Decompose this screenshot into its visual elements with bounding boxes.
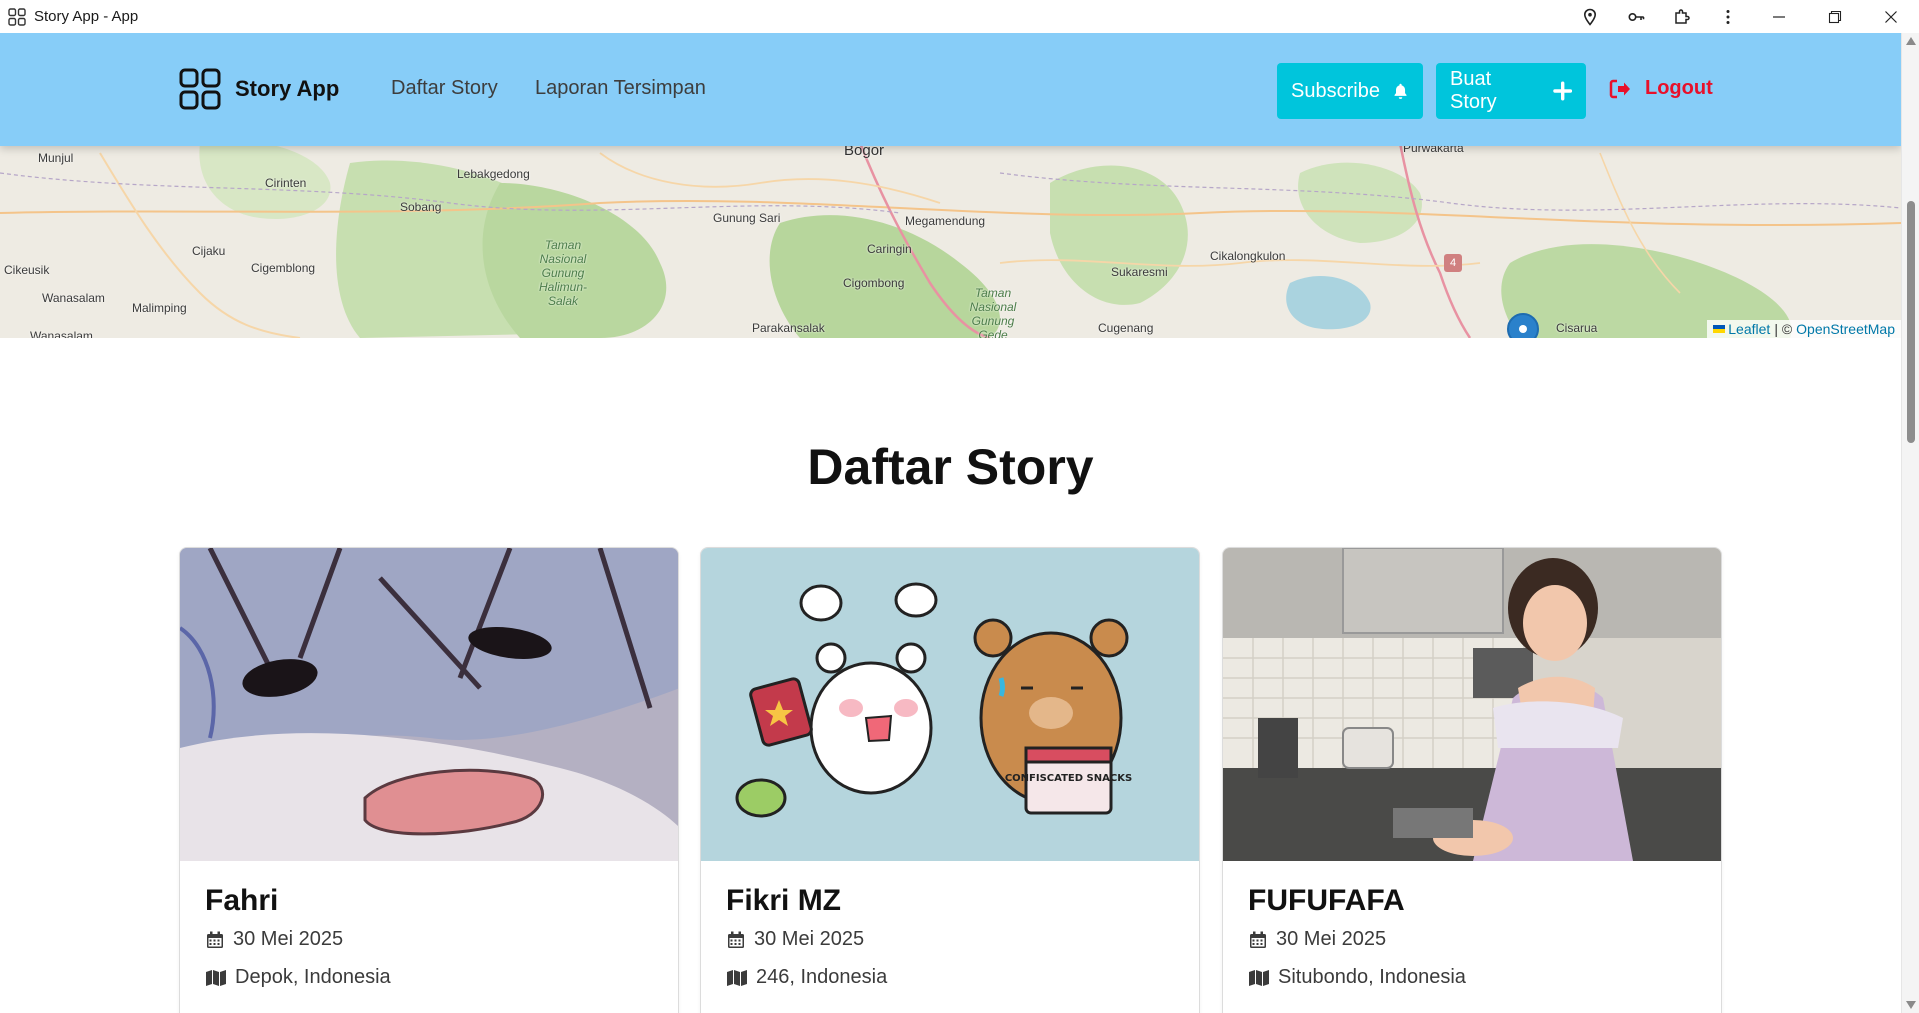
- scrollbar-thumb[interactable]: [1907, 201, 1915, 443]
- create-story-label: Buat Story: [1450, 68, 1497, 113]
- map-label: Cigombong: [843, 276, 905, 290]
- map-park-label: Taman Nasional Gunung Gede Pangrango: [969, 286, 1017, 338]
- story-location: 246, Indonesia: [726, 966, 887, 989]
- sign-out-icon: [1609, 79, 1630, 98]
- minimize-icon[interactable]: [1751, 0, 1807, 33]
- map-label: Megamendung: [905, 214, 986, 228]
- story-location-text: Situbondo, Indonesia: [1278, 966, 1466, 988]
- calendar-icon: [1250, 931, 1266, 948]
- extensions-icon[interactable]: [1659, 0, 1705, 33]
- more-options-icon[interactable]: [1705, 0, 1751, 33]
- map-icon: [206, 969, 226, 986]
- story-card[interactable]: FUFUFAFA 30 Mei 2025 Situbondo, Indonesi…: [1222, 547, 1722, 1013]
- key-icon[interactable]: [1613, 0, 1659, 33]
- plus-icon: [1552, 81, 1572, 101]
- map-label: Munjul: [38, 151, 74, 165]
- restore-icon[interactable]: [1807, 0, 1863, 33]
- ukraine-flag-icon: [1713, 325, 1726, 333]
- map-label: Cikalongkulon: [1210, 249, 1286, 263]
- map-label: Malimping: [132, 301, 187, 315]
- story-card[interactable]: Fahri 30 Mei 2025 Depok, Indonesia: [179, 547, 679, 1013]
- subscribe-button[interactable]: Subscribe: [1277, 63, 1423, 119]
- story-location-text: 246, Indonesia: [756, 966, 888, 988]
- app-logo-icon: [179, 68, 221, 110]
- story-image: [1223, 548, 1721, 861]
- logout-label: Logout: [1645, 77, 1713, 99]
- calendar-icon: [207, 931, 223, 948]
- map-park-label: Taman Nasional Gunung Halimun-Salak: [538, 238, 587, 308]
- map-label: Lebakgedong: [457, 167, 530, 181]
- map-icon: [1249, 969, 1269, 986]
- story-image: [180, 548, 678, 861]
- story-location: Situbondo, Indonesia: [1248, 966, 1466, 989]
- page-scrollbar[interactable]: [1901, 33, 1919, 1013]
- confiscated-snacks-sign: CONFISCATED SNACKS: [1005, 773, 1132, 784]
- app-grid-icon: [8, 7, 26, 26]
- road-number-badge: 4: [1444, 254, 1462, 272]
- bell-icon: [1394, 83, 1407, 99]
- story-date-text: 30 Mei 2025: [754, 928, 865, 950]
- leaflet-link[interactable]: Leaflet: [1728, 321, 1770, 337]
- story-card[interactable]: CONFISCATED SNACKS Fikri MZ 30 Mei 2025 …: [700, 547, 1200, 1013]
- story-date-text: 30 Mei 2025: [1276, 928, 1387, 950]
- page-title: Daftar Story: [807, 439, 1094, 495]
- map-label: Sobang: [400, 200, 442, 214]
- map-label: Cirinten: [265, 176, 307, 190]
- map-label: Wanasalam: [42, 291, 105, 305]
- map-label: Wanasalam: [30, 329, 93, 338]
- openstreetmap-link[interactable]: OpenStreetMap: [1796, 321, 1895, 337]
- story-author: FUFUFAFA: [1248, 884, 1405, 917]
- close-icon[interactable]: [1863, 0, 1919, 33]
- brand-name: Story App: [235, 76, 340, 101]
- nav-daftar-story[interactable]: Daftar Story: [391, 77, 498, 100]
- nav-laporan-tersimpan[interactable]: Laporan Tersimpan: [535, 77, 706, 100]
- map-label: Sukaresmi: [1111, 265, 1168, 279]
- story-author: Fikri MZ: [726, 884, 842, 917]
- map-icon: [727, 969, 747, 986]
- story-date: 30 Mei 2025: [1248, 928, 1386, 951]
- site-header: Story App Daftar Story Laporan Tersimpan…: [0, 33, 1901, 146]
- brand[interactable]: Story App: [179, 68, 339, 110]
- story-date: 30 Mei 2025: [726, 928, 864, 951]
- map-marker-icon[interactable]: [1507, 313, 1539, 338]
- map-label: Parakansalak: [752, 321, 825, 335]
- subscribe-label: Subscribe: [1291, 79, 1380, 102]
- scroll-up-icon[interactable]: [1906, 37, 1916, 45]
- story-author: Fahri: [205, 884, 279, 917]
- window-title: Story App - App: [34, 8, 139, 25]
- map-label: Caringin: [867, 242, 912, 256]
- window-titlebar: Story App - App: [0, 0, 1919, 33]
- story-date: 30 Mei 2025: [205, 928, 343, 951]
- scroll-down-icon[interactable]: [1906, 1001, 1916, 1009]
- attribution-separator: | ©: [1774, 321, 1793, 337]
- logout-button[interactable]: Logout: [1609, 77, 1713, 100]
- map-label: Cigemblong: [251, 261, 316, 275]
- story-date-text: 30 Mei 2025: [233, 928, 344, 950]
- story-image: CONFISCATED SNACKS: [701, 548, 1199, 861]
- map-label: Cugenang: [1098, 321, 1154, 335]
- map-label: Cisarua: [1556, 321, 1598, 335]
- map-label: Gunung Sari: [713, 211, 781, 225]
- create-story-button[interactable]: Buat Story: [1436, 63, 1586, 119]
- map-label: Cijaku: [192, 244, 226, 258]
- calendar-icon: [728, 931, 744, 948]
- location-icon[interactable]: [1567, 0, 1613, 33]
- story-location: Depok, Indonesia: [205, 966, 391, 989]
- story-location-text: Depok, Indonesia: [235, 966, 391, 988]
- map-label: Cikeusik: [4, 263, 50, 277]
- map-attribution: Leaflet | © OpenStreetMap: [1707, 320, 1901, 338]
- page-viewport: Munjul Bogor Cirinten Lebakgedong Sobang…: [0, 33, 1901, 1013]
